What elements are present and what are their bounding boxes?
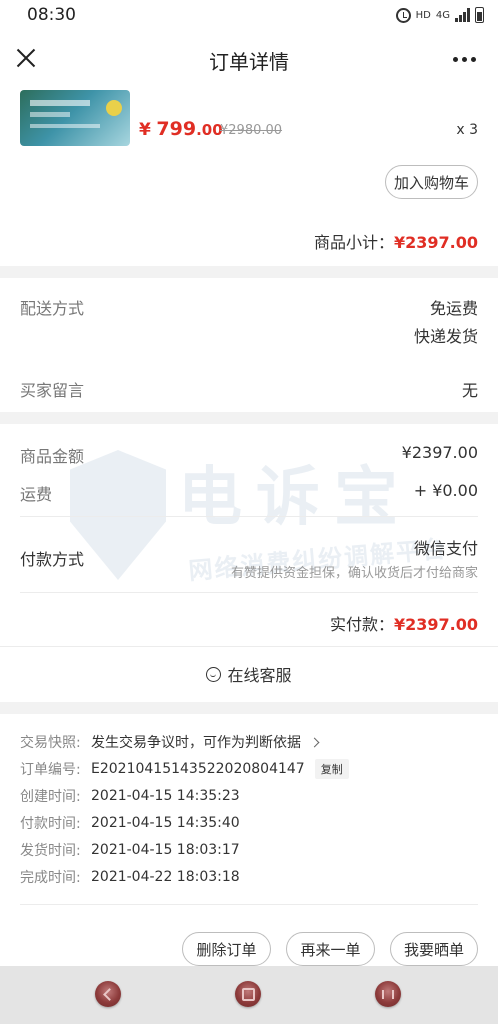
order-info-section: 交易快照: 发生交易争议时，可作为判断依据 订单编号: E20210415143… <box>0 714 498 966</box>
system-nav-bar <box>0 966 498 1024</box>
paid-time-value: 2021-04-15 14:35:40 <box>91 815 240 831</box>
paid-value: ¥2397.00 <box>393 615 478 634</box>
order-number-row: 订单编号: E20210415143522020804147 复制 <box>20 759 349 779</box>
paid-label: 实付款： <box>329 615 394 634</box>
shipping-value: + ¥0.00 <box>413 481 478 500</box>
online-service-label: 在线客服 <box>227 666 292 685</box>
created-time-row: 创建时间: 2021-04-15 14:35:23 <box>20 786 240 806</box>
product-quantity: x 3 <box>456 122 478 138</box>
page-title: 订单详情 <box>209 50 289 74</box>
network-indicator: 4G <box>435 9 450 21</box>
alarm-icon <box>395 7 411 23</box>
shipped-time-row: 发货时间: 2021-04-15 18:03:17 <box>20 840 240 860</box>
order-number-label: 订单编号: <box>20 762 81 778</box>
divider <box>20 516 478 517</box>
signal-icon <box>455 8 470 22</box>
price-integer: 799 <box>156 118 197 140</box>
payment-method-value: 微信支付 <box>413 539 478 558</box>
completed-time-row: 完成时间: 2021-04-22 18:03:18 <box>20 867 240 887</box>
nav-bar: 订单详情 <box>0 30 498 88</box>
shipped-time-value: 2021-04-15 18:03:17 <box>91 842 240 858</box>
battery-icon <box>475 7 484 23</box>
completed-time-label: 完成时间: <box>20 870 81 886</box>
buyer-message-value: 无 <box>461 381 478 400</box>
product-subtotal: 商品小计：¥2397.00 <box>314 229 478 253</box>
buy-again-button[interactable]: 再来一单 <box>286 932 375 966</box>
payment-guarantee-note: 有赞提供资金担保，确认收货后才付给商家 <box>230 566 478 581</box>
goods-amount-value: ¥2397.00 <box>401 443 478 462</box>
watermark-title: 电诉宝 <box>178 461 412 535</box>
delivery-method-label: 配送方式 <box>20 299 85 318</box>
add-to-cart-button[interactable]: 加入购物车 <box>385 165 478 199</box>
product-price: ¥ 799.00 <box>139 118 223 140</box>
delete-order-button[interactable]: 删除订单 <box>182 932 271 966</box>
paid-time-row: 付款时间: 2021-04-15 14:35:40 <box>20 813 240 833</box>
divider <box>20 592 478 593</box>
subtotal-value: ¥2397.00 <box>393 233 478 252</box>
created-time-value: 2021-04-15 14:35:23 <box>91 788 240 804</box>
product-thumbnail[interactable] <box>20 90 130 146</box>
payment-section: 电诉宝 网络消费纠纷调解平台 商品金额 ¥2397.00 运费 + ¥0.00 … <box>0 424 498 702</box>
home-icon[interactable] <box>235 981 261 1007</box>
shipped-time-label: 发货时间: <box>20 843 81 859</box>
delivery-section: 配送方式 免运费 快递发货 买家留言 无 <box>0 278 498 412</box>
price-symbol: ¥ <box>139 120 151 140</box>
delivery-method-value-1: 免运费 <box>429 299 478 318</box>
divider <box>20 904 478 905</box>
recent-apps-icon[interactable] <box>375 981 401 1007</box>
payment-method-label: 付款方式 <box>20 550 85 569</box>
paid-time-label: 付款时间: <box>20 816 81 832</box>
product-section: ¥ 799.00 ¥2980.00 x 3 加入购物车 商品小计：¥2397.0… <box>0 88 498 266</box>
snapshot-row[interactable]: 交易快照: 发生交易争议时，可作为判断依据 <box>20 732 320 752</box>
snapshot-value: 发生交易争议时，可作为判断依据 <box>91 735 301 751</box>
original-price: ¥2980.00 <box>220 123 283 138</box>
divider <box>0 646 498 647</box>
goods-amount-label: 商品金额 <box>20 447 85 466</box>
watermark-shield-icon <box>70 450 166 580</box>
order-number-value: E20210415143522020804147 <box>91 761 305 777</box>
price-decimal: .00 <box>196 121 223 139</box>
delivery-method-value-2: 快递发货 <box>413 327 478 346</box>
copy-button[interactable]: 复制 <box>314 759 349 779</box>
online-service-button[interactable]: 在线客服 <box>0 662 498 686</box>
subtotal-label: 商品小计： <box>313 233 394 252</box>
back-icon[interactable] <box>95 981 121 1007</box>
completed-time-value: 2021-04-22 18:03:18 <box>91 869 240 885</box>
status-bar: 08:30 HD 4G <box>0 0 498 30</box>
status-icons: HD 4G <box>395 6 484 24</box>
share-order-button[interactable]: 我要晒单 <box>390 932 478 966</box>
created-time-label: 创建时间: <box>20 789 81 805</box>
paid-amount: 实付款：¥2397.00 <box>330 611 478 635</box>
buyer-message-label: 买家留言 <box>20 381 85 400</box>
hd-indicator: HD <box>415 9 431 21</box>
chevron-right-icon <box>309 737 320 747</box>
snapshot-label: 交易快照: <box>20 735 81 751</box>
chat-icon <box>206 666 222 682</box>
more-icon[interactable] <box>453 57 476 62</box>
shipping-label: 运费 <box>20 485 53 504</box>
status-time: 08:30 <box>27 5 76 25</box>
